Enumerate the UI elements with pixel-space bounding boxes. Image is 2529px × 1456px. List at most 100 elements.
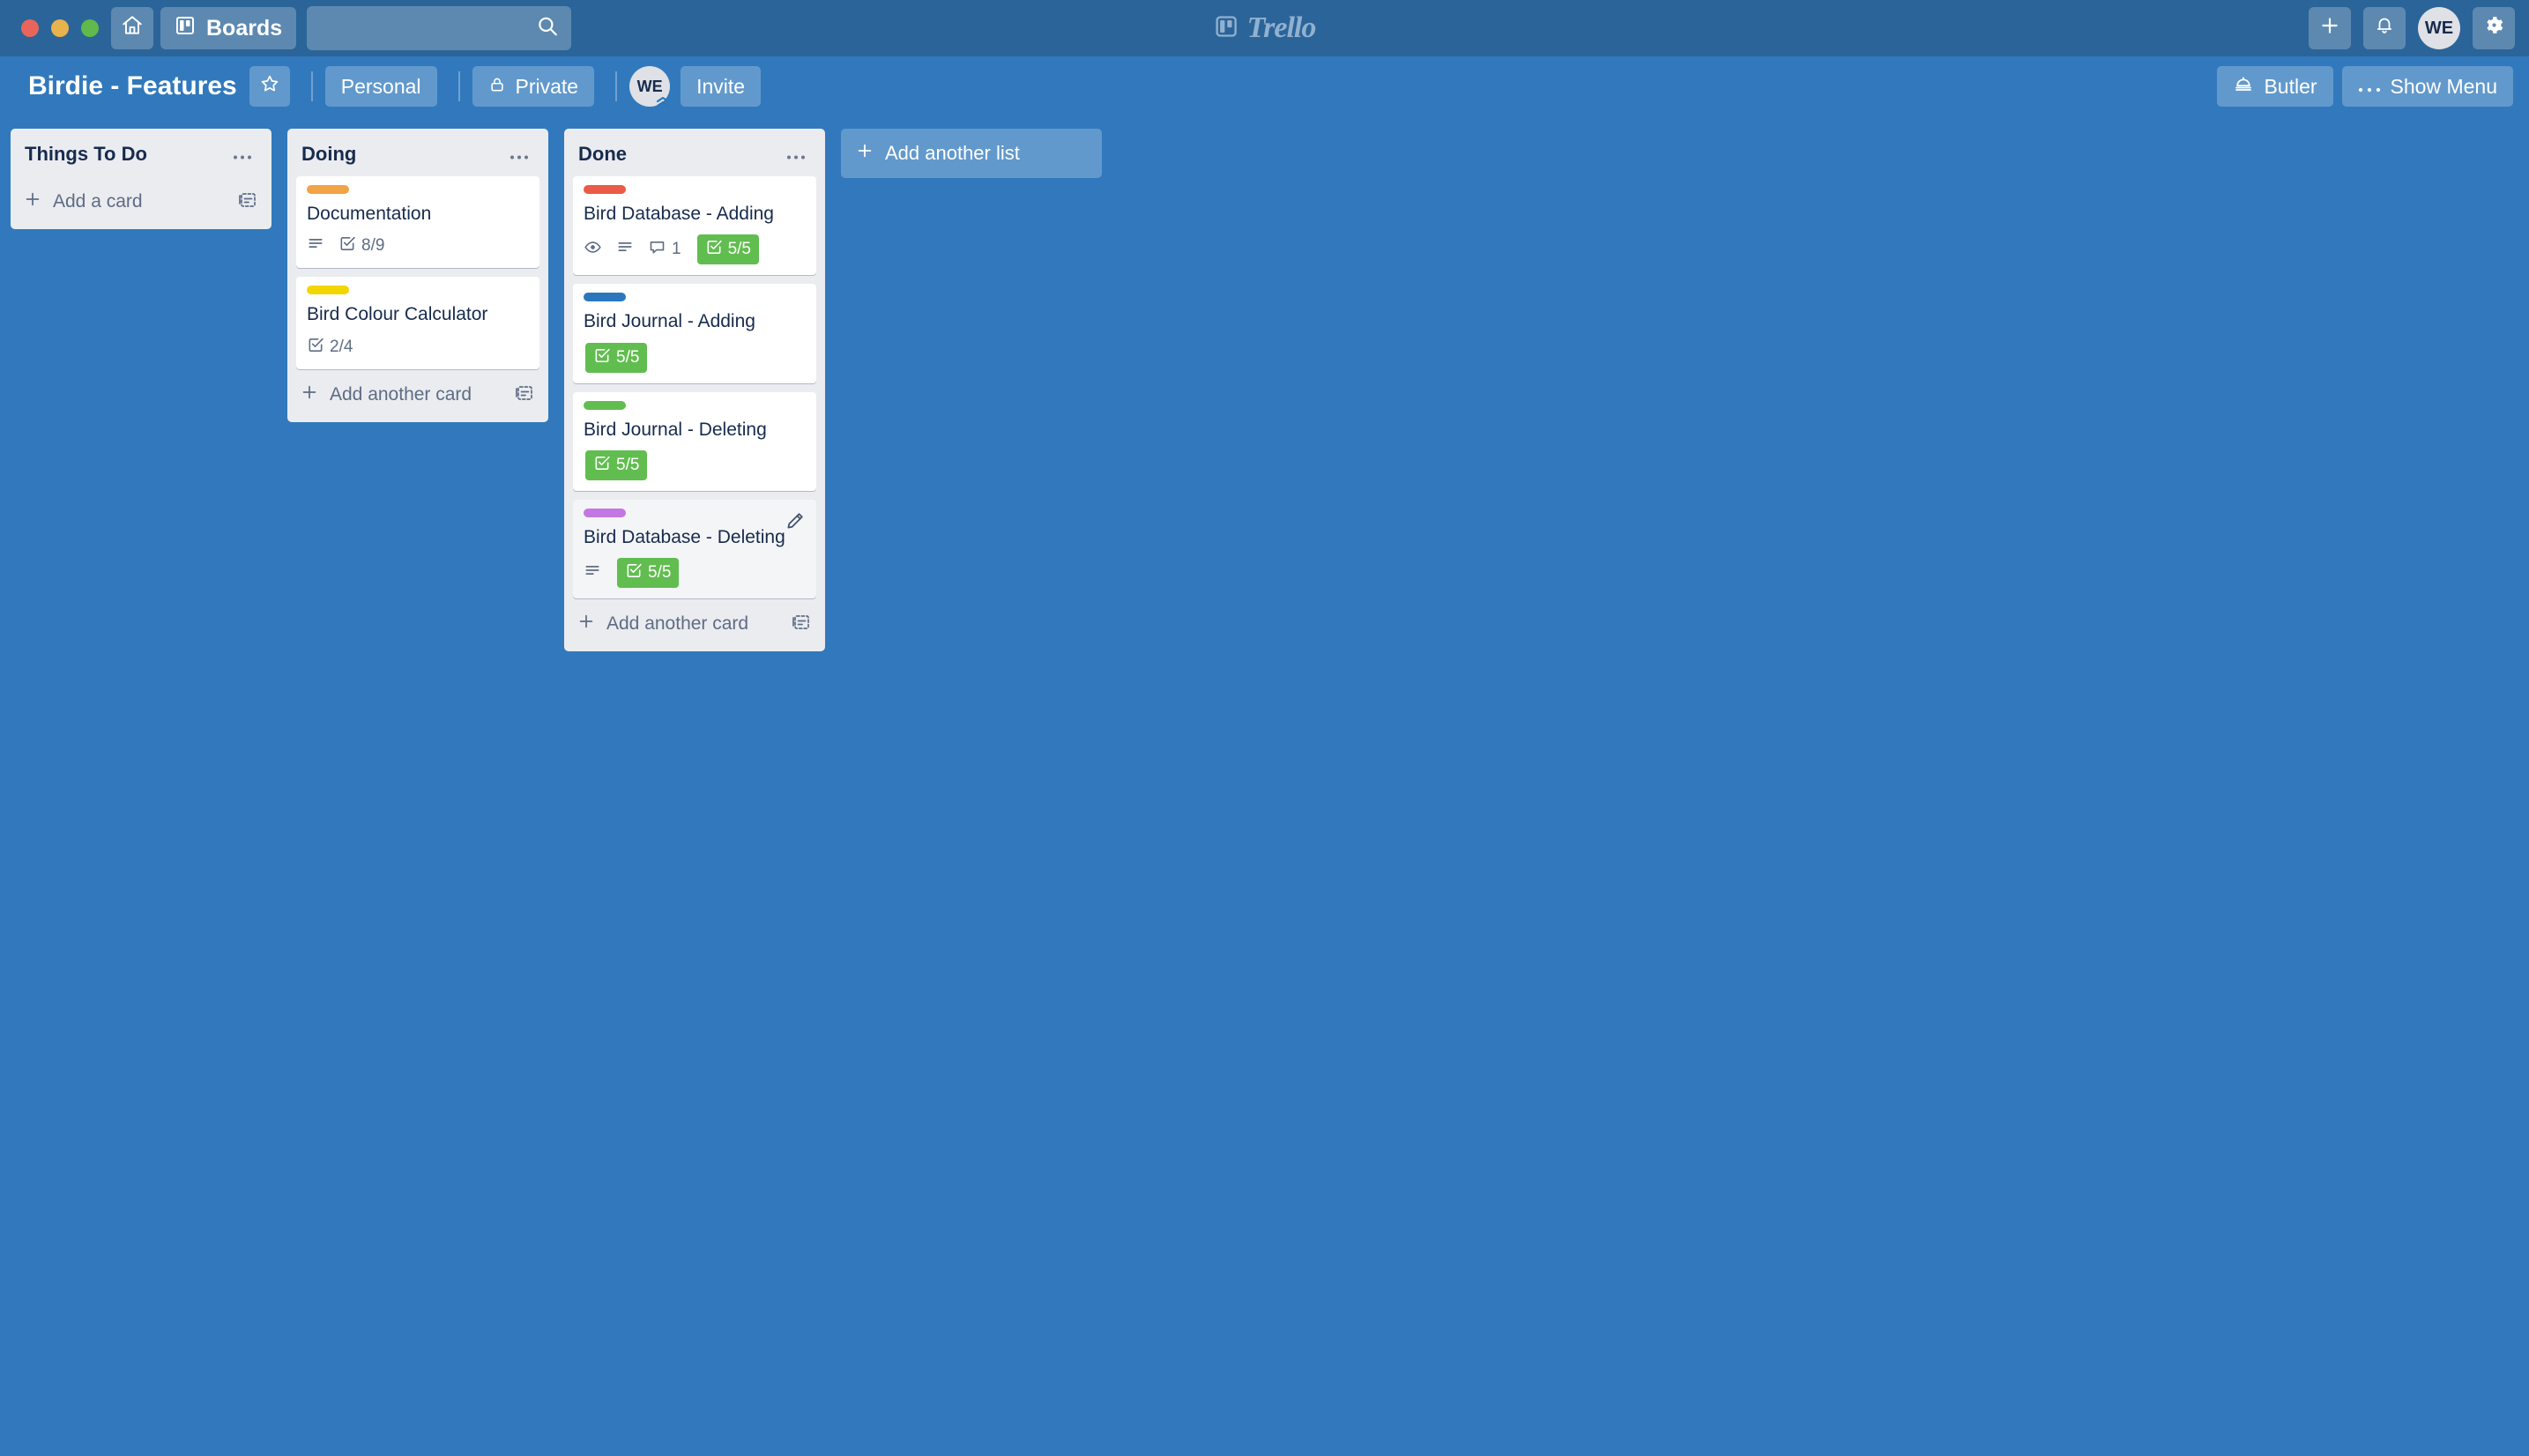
close-window-button[interactable] <box>21 19 39 37</box>
add-card-label: Add another card <box>330 383 472 405</box>
top-bar: Boards Trello WE <box>0 0 2529 56</box>
card-badge-description <box>584 561 601 584</box>
card-badges: 5/5 <box>584 449 806 480</box>
list-title[interactable]: Things To Do <box>25 143 147 166</box>
home-button[interactable] <box>111 7 153 49</box>
header-divider-2 <box>457 71 460 101</box>
card-badge-checklist: 5/5 <box>585 449 648 480</box>
board-member[interactable]: WE <box>629 66 672 108</box>
list-title[interactable]: Doing <box>301 143 356 166</box>
add-card-button[interactable]: Add a card <box>23 189 143 214</box>
card-label[interactable] <box>584 293 626 302</box>
card-badge-checklist: 5/5 <box>617 558 680 589</box>
add-card-button[interactable]: Add another card <box>576 612 748 636</box>
card-badge-text: 5/5 <box>727 240 751 259</box>
plus-icon <box>855 141 874 166</box>
card-template-icon[interactable] <box>513 382 534 408</box>
home-icon <box>121 14 144 43</box>
card-label[interactable] <box>307 185 349 194</box>
card-label[interactable] <box>584 508 626 517</box>
butler-label: Butler <box>2264 74 2317 98</box>
card-badge-text: 1 <box>672 240 681 259</box>
card[interactable]: Bird Journal - Adding 5/5 <box>573 284 816 383</box>
card-label[interactable] <box>584 185 626 194</box>
plus-icon <box>300 383 319 407</box>
description-icon <box>584 561 601 584</box>
team-button[interactable]: Personal <box>324 66 437 107</box>
card[interactable]: Bird Journal - Deleting 5/5 <box>573 391 816 491</box>
settings-button[interactable] <box>2473 7 2515 49</box>
search-icon <box>536 15 559 42</box>
add-card-row[interactable]: Add a card <box>11 176 271 229</box>
card-edit-button[interactable] <box>785 510 806 536</box>
board-member-initials: WE <box>636 77 663 95</box>
list-title[interactable]: Done <box>578 143 627 166</box>
card-title: Bird Colour Calculator <box>307 304 488 325</box>
add-another-list-label: Add another list <box>885 142 1020 164</box>
lock-icon <box>488 75 506 99</box>
show-menu-label: Show Menu <box>2390 74 2497 98</box>
card[interactable]: Bird Database - Adding 1 5/5 <box>573 176 816 276</box>
card-template-icon[interactable] <box>236 189 257 215</box>
add-card-row[interactable]: Add another card <box>287 369 548 422</box>
star-board-button[interactable] <box>249 66 290 107</box>
card-badges: 1 5/5 <box>584 234 806 265</box>
checklist-icon <box>307 336 324 359</box>
card-badge-checklist: 2/4 <box>307 336 353 359</box>
add-card-label: Add a card <box>53 191 143 212</box>
bell-icon <box>2374 15 2395 42</box>
top-bar-actions: WE <box>2309 7 2515 49</box>
user-avatar-initials: WE <box>2424 18 2454 38</box>
card-template-icon[interactable] <box>790 611 811 637</box>
card[interactable]: Bird Database - Deleting 5/5 <box>573 499 816 599</box>
checklist-icon <box>593 346 611 369</box>
trello-logo[interactable]: Trello <box>1214 11 1316 45</box>
description-icon <box>616 238 634 261</box>
card[interactable]: Bird Colour Calculator 2/4 <box>296 277 539 369</box>
minimize-window-button[interactable] <box>51 19 69 37</box>
add-another-list-button[interactable]: Add another list <box>841 129 1102 178</box>
card-title: Bird Journal - Deleting <box>584 419 767 440</box>
boards-button[interactable]: Boards <box>160 7 297 49</box>
search-input[interactable] <box>319 17 560 40</box>
butler-bell-icon <box>2233 73 2254 100</box>
butler-button[interactable]: Butler <box>2217 66 2333 107</box>
card-label[interactable] <box>584 400 626 410</box>
visibility-label: Private <box>515 74 579 98</box>
add-card-row[interactable]: Add another card <box>564 598 825 651</box>
notifications-button[interactable] <box>2363 7 2406 49</box>
card-badge-text: 5/5 <box>616 455 640 474</box>
card-badge-text: 8/9 <box>361 236 385 256</box>
invite-label: Invite <box>696 74 746 98</box>
maximize-window-button[interactable] <box>81 19 99 37</box>
eye-icon <box>584 238 602 262</box>
description-icon <box>307 234 324 257</box>
card-badge-description <box>307 234 324 257</box>
user-avatar[interactable]: WE <box>2418 7 2460 49</box>
header-divider <box>310 71 313 101</box>
card-badges: 2/4 <box>307 336 529 359</box>
show-menu-button[interactable]: Show Menu <box>2341 66 2513 107</box>
list-header: Done <box>564 129 825 176</box>
card-label[interactable] <box>307 286 349 295</box>
star-icon <box>259 73 280 100</box>
card-list: Documentation 8/9 Bird Colour Calculator 2/… <box>287 176 548 369</box>
add-button[interactable] <box>2309 7 2351 49</box>
member-premium-badge-icon <box>654 94 672 108</box>
card-badges: 5/5 <box>584 558 806 589</box>
card-list: Bird Database - Adding 1 5/5 Bird Journal -… <box>564 176 825 599</box>
add-card-button[interactable]: Add another card <box>300 383 472 407</box>
invite-button[interactable]: Invite <box>681 66 762 107</box>
checklist-icon <box>593 454 611 477</box>
search-box[interactable] <box>307 6 572 50</box>
list-menu-button[interactable] <box>502 145 536 164</box>
list-menu-button[interactable] <box>226 145 259 164</box>
card-title: Bird Database - Adding <box>584 204 774 224</box>
list-things-to-do: Things To Do Add a card <box>11 129 271 229</box>
checklist-icon <box>705 238 723 261</box>
visibility-button[interactable]: Private <box>472 66 595 107</box>
card-title: Bird Journal - Adding <box>584 311 755 332</box>
window-traffic-lights <box>14 19 111 37</box>
card[interactable]: Documentation 8/9 <box>296 176 539 269</box>
list-menu-button[interactable] <box>779 145 813 164</box>
